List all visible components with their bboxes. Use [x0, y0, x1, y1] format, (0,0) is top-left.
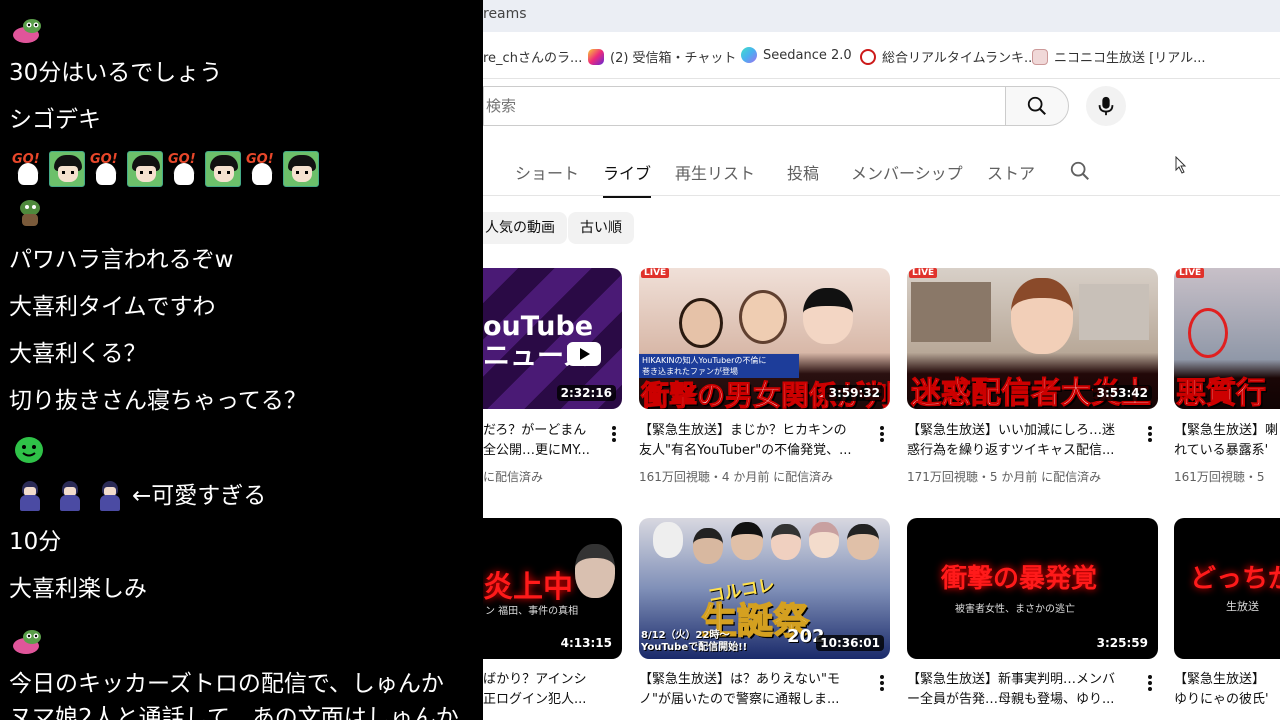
person-emote-icon	[52, 479, 86, 513]
pepe-avatar-icon	[13, 630, 41, 654]
chip-popular[interactable]: 人気の動画	[483, 212, 567, 244]
video-duration: 3:25:59	[1092, 635, 1152, 651]
video-title[interactable]: 【緊急生放送】喇 れている暴露系'	[1174, 421, 1280, 461]
thumbnail-headline: 衝撃の暴発覚	[941, 564, 1098, 594]
bookmark-item[interactable]: re_chさんのラ...	[483, 47, 582, 66]
chat-message: 大喜利タイムですわ	[9, 294, 216, 320]
chat-message: 30分はいるでしょう	[9, 60, 223, 86]
chip-oldest[interactable]: 古い順	[568, 212, 634, 244]
pepe-avatar-icon	[13, 19, 41, 43]
face-emote-icon	[283, 151, 319, 187]
tab-membership[interactable]: メンバーシップ	[851, 160, 963, 184]
thumbnail-caption: 被害者女性、まさかの逃亡	[955, 604, 1075, 615]
video-duration: 3:59:32	[824, 385, 884, 401]
chat-message: 10分	[9, 529, 62, 555]
chat-overlay: 30分はいるでしょう シゴデキ GO! GO! GO! GO! パワハラ言われる…	[0, 0, 483, 720]
thumbnail-headline: どっちが	[1190, 564, 1280, 594]
thumbnail-caption: ン 福田、事件の真相	[485, 606, 579, 617]
face-emote-icon	[205, 151, 241, 187]
microphone-icon	[1098, 96, 1114, 116]
seedance-icon	[741, 47, 757, 63]
instagram-icon	[588, 48, 604, 65]
chat-message: パワハラ言われるぞw	[9, 247, 234, 273]
ranking-icon	[860, 48, 876, 65]
thumbnail-headline: 悪質行	[1176, 376, 1267, 410]
video-thumbnail[interactable]: 衝撃の暴発覚 被害者女性、まさかの逃亡 3:25:59	[907, 518, 1158, 659]
goblin-avatar-icon	[20, 200, 40, 226]
chat-message: ヌマ娘2人と通話して、あの文面はしゅんか	[9, 705, 459, 720]
video-title[interactable]: 【緊急生放送】新事実判明…メンバ ー全員が告発…母親も登場、ゆり...	[907, 670, 1135, 710]
more-options-icon[interactable]	[612, 426, 616, 442]
tab-store[interactable]: ストア	[987, 160, 1035, 184]
window-title: reams	[483, 6, 527, 22]
thumbnail-headline: 炎上中	[483, 570, 573, 605]
tab-shorts[interactable]: ショート	[515, 160, 579, 184]
video-duration: 10:36:01	[816, 635, 884, 651]
more-options-icon[interactable]	[880, 675, 884, 691]
video-meta: 161万回視聴・5	[1174, 470, 1265, 484]
video-meta: 171万回視聴・5 か月前 に配信済み	[907, 470, 1102, 484]
video-thumbnail[interactable]: LIVE HIKAKINの知人YouTuberの不倫に 巻き込まれたファンが登場…	[639, 268, 890, 409]
face-emote-icon	[49, 151, 85, 187]
search-button[interactable]	[1005, 86, 1069, 126]
youtube-play-icon	[567, 342, 601, 366]
channel-search-icon[interactable]	[1069, 160, 1091, 182]
tab-posts[interactable]: 投稿	[787, 160, 819, 184]
bookmark-item[interactable]: 総合リアルタイムランキ...	[860, 47, 1036, 66]
video-thumbnail[interactable]: ouTube ニュース 2:32:16	[483, 268, 622, 409]
live-badge: LIVE	[641, 268, 670, 278]
go-emote-icon: GO!	[244, 151, 280, 187]
chat-message-text: ←可愛すぎる	[132, 483, 267, 509]
voice-search-button[interactable]	[1086, 86, 1126, 126]
tab-live[interactable]: ライブ	[603, 160, 652, 198]
video-thumbnail[interactable]: どっちが 生放送	[1174, 518, 1280, 659]
bookmark-item[interactable]: (2) 受信箱・チャット	[588, 47, 736, 66]
chat-message: 大喜利楽しみ	[9, 576, 147, 602]
bookmarks-bar: re_chさんのラ... (2) 受信箱・チャット Seedance 2.0 総…	[483, 33, 1280, 79]
more-options-icon[interactable]	[1148, 426, 1152, 442]
chat-message: 切り抜きさん寝ちゃってる？	[9, 388, 307, 414]
thumbnail-caption: 8/12（火）22時〜 YouTubeで配信開始!!	[641, 630, 748, 653]
more-options-icon[interactable]	[880, 426, 884, 442]
browser-window: reams re_chさんのラ... (2) 受信箱・チャット Seedance…	[483, 0, 1280, 720]
person-emote-icon	[92, 479, 126, 513]
bookmark-item[interactable]: ニコニコ生放送 [リアル...	[1032, 47, 1205, 66]
video-title[interactable]: 【緊急生放送】 ゆりにゃの彼氏'	[1174, 670, 1280, 710]
video-title[interactable]: 【緊急生放送】いい加減にしろ…迷 惑行為を繰り返すツイキャス配信...	[907, 421, 1135, 461]
video-thumbnail[interactable]: LIVE 迷惑配信者大炎上 3:53:42	[907, 268, 1158, 409]
green-smile-icon	[15, 437, 43, 463]
search-bar	[483, 86, 1069, 126]
person-emote-icon	[12, 479, 46, 513]
video-title[interactable]: 【緊急生放送】まじか？ヒカキンの 友人"有名YouTuber"の不倫発覚、...	[639, 421, 867, 461]
search-input[interactable]	[483, 86, 1005, 126]
chat-message: 大喜利くる？	[9, 341, 147, 367]
video-thumbnail[interactable]: 炎上中 ン 福田、事件の真相 4:13:15	[483, 518, 622, 659]
chat-message: 今日のキッカーズトロの配信で、しゅんか	[9, 671, 444, 697]
live-badge: LIVE	[909, 268, 938, 278]
video-duration: 4:13:15	[556, 635, 616, 651]
search-icon	[1027, 96, 1046, 115]
video-duration: 2:32:16	[556, 385, 616, 401]
go-emote-icon: GO!	[88, 151, 124, 187]
chat-message-with-emotes: ←可愛すぎる	[12, 479, 266, 513]
thumbnail-caption: 生放送	[1226, 600, 1259, 613]
live-badge: LIVE	[1176, 268, 1205, 278]
bookmark-item[interactable]: Seedance 2.0	[741, 47, 852, 63]
video-thumbnail[interactable]: コルコレ 生誕祭 202 8/12（火）22時〜 YouTubeで配信開始!! …	[639, 518, 890, 659]
video-meta: に配信済み	[483, 470, 544, 484]
video-duration: 3:53:42	[1092, 385, 1152, 401]
video-thumbnail[interactable]: LIVE 悪質行	[1174, 268, 1280, 409]
emote-row: GO! GO! GO! GO!	[10, 151, 319, 187]
tab-playlists[interactable]: 再生リスト	[675, 160, 755, 184]
face-emote-icon	[127, 151, 163, 187]
video-meta: 161万回視聴・4 か月前 に配信済み	[639, 470, 834, 484]
go-emote-icon: GO!	[10, 151, 46, 187]
niconico-icon	[1032, 48, 1048, 65]
video-title[interactable]: 【緊急生放送】は？ありえない"モ ノ"が届いたので警察に通報しま...	[639, 670, 867, 710]
chat-message: シゴデキ	[9, 107, 101, 133]
go-emote-icon: GO!	[166, 151, 202, 187]
channel-tabs: ショート ライブ 再生リスト 投稿 メンバーシップ ストア	[483, 150, 1280, 198]
more-options-icon[interactable]	[1148, 675, 1152, 691]
window-titlebar: reams	[483, 0, 1280, 32]
